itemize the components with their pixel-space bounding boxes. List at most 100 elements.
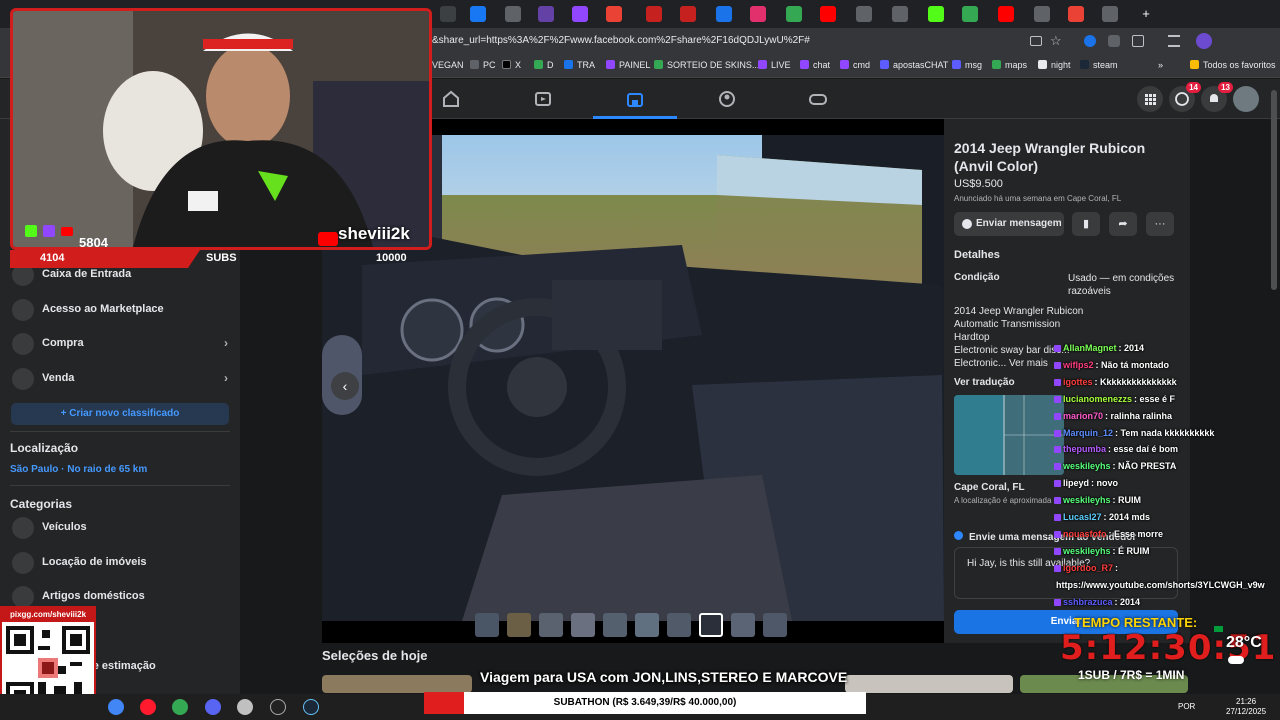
system-clock[interactable]: 21:26 27/12/2025 bbox=[1226, 697, 1266, 717]
bookmark-item[interactable]: msg bbox=[952, 60, 982, 70]
url-field[interactable]: &share_url=https%3A%2F%2Fwww.facebook.co… bbox=[432, 35, 810, 46]
tab[interactable] bbox=[572, 6, 588, 22]
extension-icon[interactable] bbox=[1084, 35, 1096, 47]
tab[interactable] bbox=[962, 6, 978, 22]
photo-thumbnail[interactable] bbox=[731, 613, 755, 637]
bookmark-star-icon[interactable]: ☆ bbox=[1050, 33, 1062, 49]
tab[interactable] bbox=[892, 6, 908, 22]
messenger-button[interactable]: 14 bbox=[1169, 82, 1201, 112]
tab[interactable] bbox=[646, 6, 662, 22]
location-map[interactable] bbox=[954, 395, 1064, 475]
chrome-icon[interactable] bbox=[108, 699, 124, 715]
app-icon[interactable] bbox=[270, 699, 286, 715]
see-translation-link[interactable]: Ver tradução bbox=[954, 377, 1015, 388]
tab[interactable] bbox=[928, 6, 944, 22]
menu-grid-button[interactable] bbox=[1137, 86, 1163, 112]
bookmark-item[interactable]: D bbox=[534, 60, 554, 70]
photo-thumbnail[interactable] bbox=[635, 613, 659, 637]
photo-thumbnail[interactable] bbox=[667, 613, 691, 637]
category-vehicles[interactable]: Veículos bbox=[10, 514, 230, 542]
page-scrollbar[interactable] bbox=[1270, 90, 1278, 690]
listing-card[interactable] bbox=[322, 675, 472, 693]
sidebar-item-selling[interactable]: Venda › bbox=[10, 365, 230, 393]
gaming-icon[interactable] bbox=[808, 89, 828, 109]
photo-thumbnail[interactable] bbox=[507, 613, 531, 637]
tab[interactable] bbox=[786, 6, 802, 22]
profile-avatar[interactable] bbox=[1196, 33, 1212, 49]
chat-message: nouasfofo: Esse morre bbox=[1054, 529, 1163, 539]
bookmark-item[interactable]: VEGAN bbox=[432, 60, 464, 70]
all-favorites[interactable]: Todos os favoritos bbox=[1190, 60, 1276, 70]
tab[interactable] bbox=[680, 6, 696, 22]
tab[interactable] bbox=[1034, 6, 1050, 22]
chat-message: wiflps2: Não tá montado bbox=[1054, 360, 1169, 370]
bookmark-icon: ▮ bbox=[1082, 218, 1090, 230]
tab[interactable] bbox=[750, 6, 766, 22]
tab[interactable] bbox=[470, 6, 486, 22]
photo-thumbnail[interactable] bbox=[475, 613, 499, 637]
bookmark-item[interactable]: cmd bbox=[840, 60, 870, 70]
tab[interactable] bbox=[820, 6, 836, 22]
create-listing-button[interactable]: + Criar novo classificado bbox=[11, 403, 229, 425]
new-tab-button[interactable]: + bbox=[1138, 6, 1154, 22]
location-value[interactable]: São Paulo · No raio de 65 km bbox=[10, 464, 147, 475]
photo-thumbnail[interactable] bbox=[763, 613, 787, 637]
save-button[interactable]: ▮ bbox=[1072, 212, 1100, 236]
bookmark-item[interactable]: X bbox=[502, 60, 521, 70]
photo-thumbnail[interactable] bbox=[539, 613, 563, 637]
chat-username: weskileyhs bbox=[1063, 545, 1111, 556]
tab[interactable] bbox=[998, 6, 1014, 22]
app-icon[interactable] bbox=[237, 699, 253, 715]
tab[interactable] bbox=[505, 6, 521, 22]
notifications-button[interactable]: 13 bbox=[1201, 82, 1233, 112]
language-indicator[interactable]: POR bbox=[1178, 702, 1195, 711]
puzzle-icon[interactable] bbox=[1132, 35, 1144, 47]
bookmark-item[interactable]: PC bbox=[470, 60, 496, 70]
listing-card[interactable] bbox=[845, 675, 1013, 693]
opera-icon[interactable] bbox=[140, 699, 156, 715]
more-button[interactable]: ··· bbox=[1146, 212, 1174, 236]
bookmark-item[interactable]: SORTEIO DE SKINS... bbox=[654, 60, 759, 70]
photo-thumbnail[interactable] bbox=[603, 613, 627, 637]
chat-text: : RUIM bbox=[1112, 495, 1142, 506]
scrollbar-thumb[interactable] bbox=[1271, 90, 1277, 290]
photo-thumbnail[interactable] bbox=[699, 613, 723, 637]
account-avatar[interactable] bbox=[1233, 86, 1259, 112]
tab[interactable] bbox=[440, 6, 456, 22]
bookmark-item[interactable]: maps bbox=[992, 60, 1027, 70]
tab[interactable] bbox=[1102, 6, 1118, 22]
description-see-more[interactable]: Electronic... Ver mais bbox=[954, 358, 1048, 369]
sidebar-item-buying[interactable]: Compra › bbox=[10, 330, 230, 358]
tab[interactable] bbox=[606, 6, 622, 22]
category-property-rentals[interactable]: Locação de imóveis bbox=[10, 549, 230, 577]
sidebar-item-marketplace-access[interactable]: Acesso ao Marketplace bbox=[10, 296, 230, 324]
bookmarks-overflow-icon[interactable]: » bbox=[1158, 60, 1163, 70]
previous-photo-button[interactable]: ‹ bbox=[331, 372, 359, 400]
marketplace-icon[interactable] bbox=[625, 89, 645, 109]
bookmark-item[interactable]: steam bbox=[1080, 60, 1118, 70]
tab[interactable] bbox=[538, 6, 554, 22]
bookmark-item[interactable]: PAINEL bbox=[606, 60, 650, 70]
tab[interactable] bbox=[716, 6, 732, 22]
bookmark-item[interactable]: chat bbox=[800, 60, 830, 70]
chrome-icon[interactable] bbox=[172, 699, 188, 715]
photo-thumbnail[interactable] bbox=[571, 613, 595, 637]
bookmark-item[interactable]: LIVE bbox=[758, 60, 791, 70]
send-message-button[interactable]: Enviar mensagem bbox=[954, 212, 1064, 236]
discord-icon[interactable] bbox=[205, 699, 221, 715]
twitch-icon bbox=[43, 225, 55, 237]
groups-icon[interactable] bbox=[717, 89, 737, 109]
home-icon[interactable] bbox=[441, 89, 461, 109]
todays-picks-heading: Seleções de hoje bbox=[322, 648, 428, 663]
steam-icon[interactable] bbox=[303, 699, 319, 715]
bookmark-item[interactable]: night bbox=[1038, 60, 1071, 70]
reading-list-icon[interactable] bbox=[1168, 35, 1180, 47]
extension-icon[interactable] bbox=[1108, 35, 1120, 47]
share-button[interactable]: ➦ bbox=[1109, 212, 1137, 236]
video-icon[interactable] bbox=[533, 89, 553, 109]
bookmark-item[interactable]: apostasCHAT bbox=[880, 60, 948, 70]
bookmark-item[interactable]: TRA bbox=[564, 60, 595, 70]
cast-icon[interactable] bbox=[1030, 36, 1042, 46]
tab[interactable] bbox=[856, 6, 872, 22]
tab[interactable] bbox=[1068, 6, 1084, 22]
